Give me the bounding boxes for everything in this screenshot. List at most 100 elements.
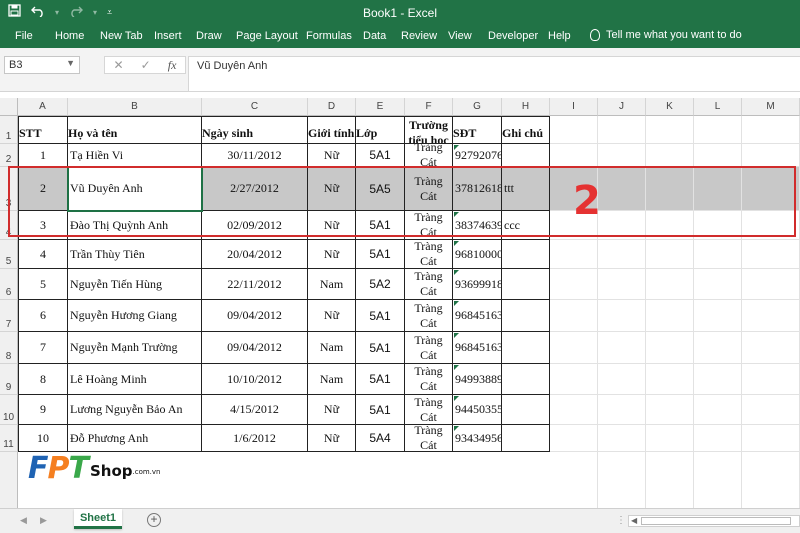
row-header-1[interactable]: 1 xyxy=(0,116,18,144)
empty-cell[interactable] xyxy=(598,332,646,364)
table-header-note[interactable]: Ghi chú xyxy=(502,116,550,144)
empty-cell[interactable] xyxy=(550,425,598,452)
table-cell-note[interactable] xyxy=(502,332,550,364)
empty-cell[interactable] xyxy=(646,364,694,395)
row-header-10[interactable]: 10 xyxy=(0,395,18,425)
table-cell-phone[interactable]: 968451630 xyxy=(453,332,502,364)
empty-cell[interactable] xyxy=(550,452,598,508)
table-cell-class[interactable]: 5A1 xyxy=(356,395,405,425)
empty-cell[interactable] xyxy=(598,144,646,167)
table-cell-dob[interactable]: 20/04/2012 xyxy=(202,240,308,269)
table-header-gender[interactable]: Giới tính xyxy=(308,116,356,144)
empty-cell[interactable] xyxy=(646,395,694,425)
empty-cell[interactable] xyxy=(742,425,800,452)
table-cell-class[interactable]: 5A1 xyxy=(356,144,405,167)
name-box[interactable]: B3 ▼ xyxy=(4,56,80,74)
column-header-f[interactable]: F xyxy=(405,98,453,116)
table-cell-dob[interactable]: 10/10/2012 xyxy=(202,364,308,395)
table-header-phone[interactable]: SĐT xyxy=(453,116,502,144)
table-cell-note[interactable] xyxy=(502,240,550,269)
empty-cell[interactable] xyxy=(598,425,646,452)
table-cell-gender[interactable]: Nam xyxy=(308,332,356,364)
table-cell-gender[interactable]: Nam xyxy=(308,269,356,300)
empty-cell[interactable] xyxy=(694,332,742,364)
table-cell-dob[interactable]: 09/04/2012 xyxy=(202,332,308,364)
empty-cell[interactable] xyxy=(550,332,598,364)
row-header-9[interactable]: 9 xyxy=(0,364,18,395)
empty-cell[interactable] xyxy=(598,269,646,300)
table-cell-gender[interactable]: Nữ xyxy=(308,240,356,269)
table-cell-class[interactable]: 5A1 xyxy=(356,240,405,269)
table-cell-phone[interactable]: 968451630 xyxy=(453,300,502,332)
empty-cell[interactable] xyxy=(598,240,646,269)
tell-me-search[interactable]: Tell me what you want to do xyxy=(590,29,742,41)
table-cell-note[interactable] xyxy=(502,364,550,395)
table-cell-name[interactable]: Lương Nguyễn Bảo An xyxy=(68,395,202,425)
insert-function-icon[interactable]: fx xyxy=(168,58,177,73)
table-header-dob[interactable]: Ngày sinh xyxy=(202,116,308,144)
empty-cell[interactable] xyxy=(550,144,598,167)
table-cell-note[interactable] xyxy=(502,300,550,332)
scrollbar-thumb[interactable] xyxy=(641,517,791,525)
empty-cell[interactable] xyxy=(646,116,694,144)
table-cell-stt[interactable]: 10 xyxy=(18,425,68,452)
tab-data[interactable]: Data xyxy=(363,30,386,42)
empty-cell[interactable] xyxy=(742,116,800,144)
table-cell-name[interactable]: Nguyễn Mạnh Trường xyxy=(68,332,202,364)
table-cell-school[interactable]: Tràng Cát xyxy=(405,364,453,395)
table-cell-class[interactable]: 5A2 xyxy=(356,269,405,300)
row-header-12[interactable] xyxy=(0,452,18,508)
scroll-left-icon[interactable]: ◀ xyxy=(631,516,637,525)
empty-cell[interactable] xyxy=(742,395,800,425)
table-cell-stt[interactable]: 1 xyxy=(18,144,68,167)
row-header-5[interactable]: 5 xyxy=(0,240,18,269)
table-cell-name[interactable]: Lê Hoàng Minh xyxy=(68,364,202,395)
table-cell-stt[interactable]: 9 xyxy=(18,395,68,425)
empty-cell[interactable] xyxy=(646,452,694,508)
next-sheet-icon[interactable]: ▶ xyxy=(40,515,47,526)
prev-sheet-icon[interactable]: ◀ xyxy=(20,515,27,526)
table-cell-note[interactable] xyxy=(502,395,550,425)
empty-cell[interactable] xyxy=(550,395,598,425)
table-header-name[interactable]: Họ và tên xyxy=(68,116,202,144)
tab-review[interactable]: Review xyxy=(401,30,437,42)
table-cell-school[interactable]: Tràng Cát xyxy=(405,144,453,167)
table-cell-name[interactable]: Đỗ Phương Anh xyxy=(68,425,202,452)
table-cell-note[interactable] xyxy=(502,144,550,167)
cancel-icon[interactable]: ✕ xyxy=(114,58,124,72)
table-header-school[interactable]: Trường tiểu học xyxy=(405,116,453,144)
more-icon[interactable]: ⋮ xyxy=(616,515,626,526)
empty-cell[interactable] xyxy=(694,300,742,332)
table-cell-school[interactable]: Tràng Cát xyxy=(405,240,453,269)
table-cell-phone[interactable]: 949938894 xyxy=(453,364,502,395)
table-cell-gender[interactable]: Nam xyxy=(308,364,356,395)
tab-view[interactable]: View xyxy=(448,30,472,42)
table-cell-name[interactable]: Nguyễn Tiến Hùng xyxy=(68,269,202,300)
empty-cell[interactable] xyxy=(550,364,598,395)
empty-cell[interactable] xyxy=(694,395,742,425)
table-cell-name[interactable]: Tạ Hiền Vi xyxy=(68,144,202,167)
table-cell-stt[interactable]: 8 xyxy=(18,364,68,395)
tab-file[interactable]: File xyxy=(15,30,33,42)
empty-cell[interactable] xyxy=(598,452,646,508)
table-header-class[interactable]: Lớp xyxy=(356,116,405,144)
row-header-6[interactable]: 6 xyxy=(0,269,18,300)
table-cell-gender[interactable]: Nữ xyxy=(308,300,356,332)
empty-cell[interactable] xyxy=(694,240,742,269)
table-cell-phone[interactable]: 927920760 xyxy=(453,144,502,167)
column-header-d[interactable]: D xyxy=(308,98,356,116)
empty-cell[interactable] xyxy=(646,425,694,452)
add-sheet-button[interactable]: + xyxy=(147,513,161,527)
table-cell-school[interactable]: Tràng Cát xyxy=(405,300,453,332)
empty-cell[interactable] xyxy=(694,269,742,300)
empty-cell[interactable] xyxy=(646,144,694,167)
table-cell-dob[interactable]: 09/04/2012 xyxy=(202,300,308,332)
empty-cell[interactable] xyxy=(742,300,800,332)
table-cell-school[interactable]: Tràng Cát xyxy=(405,425,453,452)
column-header-a[interactable]: A xyxy=(18,98,68,116)
table-cell-class[interactable]: 5A1 xyxy=(356,332,405,364)
empty-cell[interactable] xyxy=(598,300,646,332)
table-cell-phone[interactable]: 936999188 xyxy=(453,269,502,300)
table-cell-stt[interactable]: 6 xyxy=(18,300,68,332)
table-cell-note[interactable] xyxy=(502,269,550,300)
